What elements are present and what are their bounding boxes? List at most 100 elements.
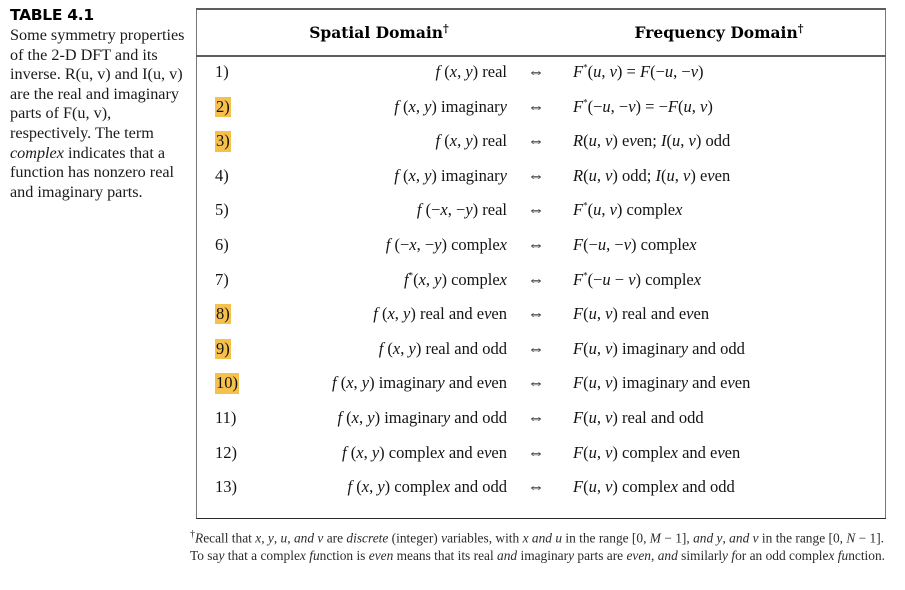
row-number-4: 4) — [215, 165, 229, 185]
footnote-emphasis: and — [293, 530, 315, 546]
frequency-domain-cell: F*(−u − v) complex — [573, 269, 702, 289]
header-frequency-label: Frequency Domain — [634, 23, 798, 43]
footnote-run-3: u in the range [0, M − 1], — [555, 530, 694, 546]
table-number-label: TABLE 4.1 — [10, 6, 94, 24]
row-number-7: 7) — [215, 269, 229, 289]
equivalence-arrow-icon: ⇔ — [527, 234, 545, 254]
spatial-domain-cell: f (x, y) imaginary — [394, 165, 507, 185]
table-caption: TABLE 4.1 Some symmetry properties of th… — [10, 6, 186, 202]
equivalence-arrow-icon: ⇔ — [527, 442, 545, 462]
symmetry-properties-table: Spatial Domain† Frequency Domain† 1) f (x… — [196, 8, 886, 520]
header-spatial-label: Spatial Domain — [309, 23, 444, 43]
frequency-domain-cell: F(u, v) imaginary and even — [573, 373, 751, 393]
footnote-emphasis: and — [531, 530, 552, 546]
equivalence-arrow-icon: ⇔ — [527, 338, 545, 358]
row-number-2: 2) — [197, 96, 245, 117]
spatial-domain-cell: f (x, y) real — [435, 62, 507, 81]
row-number-10: 10) — [197, 373, 245, 394]
equivalence-arrow-icon: ⇔ — [527, 269, 545, 289]
frequency-domain-cell: F*(u, v) = F(−u, −v) — [573, 62, 704, 81]
table-row: 12) f (x, y) complex and even ⇔ F(u, v) com… — [197, 443, 885, 478]
footnote-run-9: similarly for an odd complex function. — [677, 547, 886, 563]
equivalence-arrow-icon: ⇔ — [527, 373, 545, 393]
frequency-domain-cell: F*(u, v) complex — [573, 200, 683, 220]
table-footnote: †Recall that x, y, u, and v are discrete… — [190, 526, 896, 564]
spatial-domain-cell: f (−x, −y) complex — [385, 234, 507, 254]
highlight-marker: 8) — [215, 304, 231, 325]
frequency-domain-cell: F(u, v) complex and even — [573, 442, 741, 462]
table-row: 8) f (x, y) real and even ⇔ F(u, v) real an… — [197, 304, 885, 339]
table-row: 4) f (x, y) imaginary ⇔ R(u, v) odd; I(u, v… — [197, 166, 885, 201]
row-number-8: 8) — [197, 304, 245, 325]
footnote-emphasis: even — [368, 547, 394, 563]
table-row: 10) f (x, y) imaginary and even ⇔ F(u, v) i… — [197, 373, 885, 408]
row-number-6: 6) — [215, 234, 229, 254]
footnote-emphasis: and — [497, 547, 518, 563]
table-row: 2) f (x, y) imaginary ⇔ F*(−u, −v) = −F(u, … — [197, 96, 885, 132]
footnote-run-2: (integer) variables, with x — [388, 530, 529, 546]
equivalence-arrow-icon: ⇔ — [527, 477, 545, 497]
frequency-domain-cell: F(u, v) real and odd — [573, 407, 704, 427]
footnote-emphasis: and — [729, 530, 750, 546]
spatial-domain-cell: f (x, y) real and even — [373, 304, 507, 324]
spatial-domain-cell: f (x, y) imaginary and even — [331, 373, 507, 393]
table-bottom-rule — [196, 517, 886, 520]
footnote-run-4: y, — [716, 530, 730, 546]
equivalence-arrow-icon: ⇔ — [527, 165, 545, 185]
footnote-emphasis: and — [657, 547, 678, 563]
spatial-domain-cell: f (x, y) real and odd — [378, 338, 507, 358]
spatial-domain-cell: f (x, y) imaginary — [394, 96, 507, 116]
frequency-domain-cell: F(u, v) real and even — [573, 304, 710, 324]
header-frequency-domain: Frequency Domain† — [559, 22, 879, 42]
spatial-domain-cell: f (−x, −y) real — [416, 200, 507, 220]
row-number-13: 13) — [215, 477, 237, 497]
frequency-domain-cell: F(−u, −v) complex — [573, 234, 697, 254]
table-row: 1) f (x, y) real ⇔ F*(u, v) = F(−u, −v) — [197, 62, 885, 97]
row-number-1: 1) — [215, 62, 229, 81]
row-number-5: 5) — [215, 200, 229, 220]
caption-run-0: Some symmetry properties of the 2-D DFT … — [10, 26, 185, 142]
equivalence-arrow-icon: ⇔ — [527, 200, 545, 220]
spatial-domain-cell: f*(x, y) complex — [403, 269, 507, 289]
equivalence-arrow-icon: ⇔ — [527, 407, 545, 427]
equivalence-arrow-icon: ⇔ — [527, 131, 545, 151]
footnote-run-7: imaginary parts are — [517, 547, 627, 563]
table-row: 9) f (x, y) real and odd ⇔ F(u, v) imaginar… — [197, 338, 885, 374]
footnote-emphasis: discrete — [346, 530, 389, 546]
table-row: 3) f (x, y) real ⇔ R(u, v) even; I(u, v) od… — [197, 131, 885, 166]
equivalence-arrow-icon: ⇔ — [527, 304, 545, 324]
table-row: 5) f (−x, −y) real ⇔ F*(u, v) complex — [197, 200, 885, 235]
table-row: 7) f*(x, y) complex ⇔ F*(−u − v) complex — [197, 270, 885, 305]
frequency-domain-cell: F*(−u, −v) = −F(u, v) — [573, 96, 713, 116]
footnote-text: Recall that x, y, u, and v are discrete … — [190, 530, 885, 562]
spatial-domain-cell: f (x, y) complex and even — [342, 442, 507, 462]
frequency-domain-cell: F(u, v) imaginary and odd — [573, 338, 745, 358]
table-header-section: Spatial Domain† Frequency Domain† — [196, 10, 886, 55]
highlight-marker: 10) — [215, 373, 239, 394]
caption-run-1: complex — [10, 143, 64, 162]
footnote-emphasis: and — [693, 530, 714, 546]
header-frequency-dagger: † — [797, 22, 804, 36]
equivalence-arrow-icon: ⇔ — [527, 96, 545, 116]
footnote-run-6: means that its real — [393, 547, 498, 563]
header-spatial-dagger: † — [443, 22, 449, 36]
table-row: 13) f (x, y) complex and odd ⇔ F(u, v) comp… — [197, 477, 885, 512]
spatial-domain-cell: f (x, y) imaginary and odd — [337, 407, 507, 427]
spatial-domain-cell: f (x, y) complex and odd — [347, 477, 507, 497]
highlight-marker: 2) — [215, 96, 231, 117]
table-header-row: Spatial Domain† Frequency Domain† — [197, 10, 885, 55]
table-description: Some symmetry properties of the 2-D DFT … — [10, 26, 186, 202]
equivalence-arrow-icon: ⇔ — [527, 62, 545, 81]
footnote-run-1: v are — [317, 530, 347, 546]
spatial-domain-cell: f (x, y) real — [435, 131, 507, 151]
table-row: 6) f (−x, −y) complex ⇔ F(−u, −v) complex — [197, 235, 885, 270]
footnote-run-8: , — [650, 547, 658, 563]
header-spatial-domain: Spatial Domain† — [245, 22, 513, 42]
row-number-3: 3) — [197, 131, 245, 152]
table-body: 1) f (x, y) real ⇔ F*(u, v) = F(−u, −v) 2) f … — [196, 57, 886, 518]
frequency-domain-cell: R(u, v) even; I(u, v) odd — [573, 131, 731, 151]
row-number-12: 12) — [215, 442, 237, 462]
table-row: 11) f (x, y) imaginary and odd ⇔ F(u, v) re… — [197, 408, 885, 443]
footnote-emphasis: even — [626, 547, 651, 563]
highlight-marker: 3) — [215, 131, 231, 152]
